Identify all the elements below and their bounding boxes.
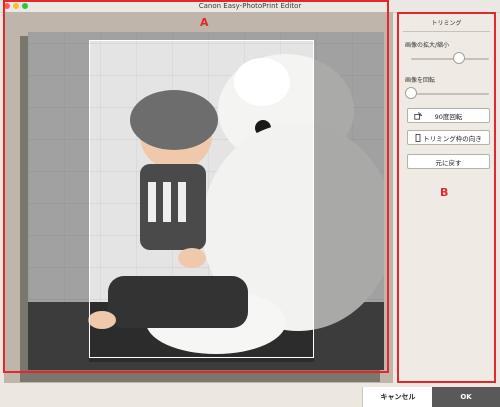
- portrait-frame-icon: [415, 134, 421, 142]
- rotate-90-button[interactable]: 90度回転: [407, 108, 490, 123]
- panel-title: トリミング: [431, 20, 462, 27]
- frame-orientation-label: トリミング枠の向き: [423, 134, 482, 143]
- zoom-slider-track[interactable]: [411, 58, 489, 60]
- frame-orientation-button[interactable]: トリミング枠の向き: [407, 130, 490, 145]
- reset-label: 元に戻す: [435, 158, 462, 167]
- panel-divider: [403, 31, 490, 32]
- rotate-slider-knob[interactable]: [405, 87, 417, 99]
- region-b-label: B: [440, 186, 449, 199]
- rotate-slider-track[interactable]: [411, 93, 489, 95]
- ok-button[interactable]: OK: [432, 387, 500, 407]
- reset-button[interactable]: 元に戻す: [407, 154, 490, 169]
- zoom-slider-label: 画像の拡大/縮小: [405, 42, 450, 49]
- rotate-icon: [414, 112, 422, 120]
- region-a-highlight: [3, 0, 389, 373]
- rotate-slider-label: 画像を回転: [405, 77, 436, 84]
- zoom-slider-knob[interactable]: [453, 52, 466, 64]
- region-a-label: A: [200, 16, 209, 29]
- cancel-button[interactable]: キャンセル: [362, 387, 433, 407]
- rotate-90-label: 90度回転: [434, 112, 463, 121]
